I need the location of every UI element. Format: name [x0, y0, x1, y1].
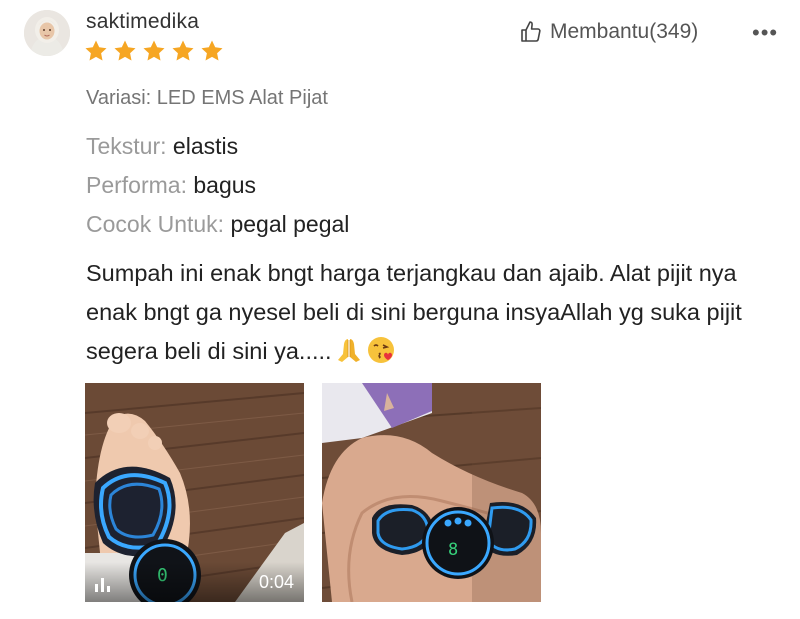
attribute-key: Cocok Untuk: — [86, 211, 225, 237]
svg-text:8: 8 — [448, 540, 458, 560]
helpful-count-label: Membantu(349) — [550, 20, 699, 43]
attribute-key: Performa: — [86, 172, 187, 198]
star-icon — [85, 40, 107, 61]
attribute-value: bagus — [193, 172, 257, 198]
review-photo-thumbnail[interactable]: 8 — [322, 383, 541, 602]
star-icon — [114, 40, 136, 61]
attribute-row-suitable-for: Cocok Untuk: pegal pegal — [86, 211, 349, 238]
attribute-row-performance: Performa: bagus — [86, 172, 256, 199]
video-duration: 0:04 — [258, 572, 294, 592]
review-video-thumbnail[interactable]: 0 0:04 — [85, 383, 304, 602]
more-options-button[interactable]: ••• — [752, 20, 778, 46]
thumbs-up-icon — [521, 21, 541, 42]
star-icon — [201, 40, 223, 61]
folded-hands-emoji — [334, 335, 364, 377]
video-icon — [95, 578, 110, 592]
avatar[interactable] — [24, 10, 70, 56]
face-blowing-kiss-emoji — [366, 335, 398, 377]
attribute-row-texture: Tekstur: elastis — [86, 133, 238, 160]
variation-label: Variasi: LED EMS Alat Pijat — [86, 87, 328, 109]
review-photo-image: 8 — [322, 383, 541, 602]
star-icon — [143, 40, 165, 61]
review-text: Sumpah ini enak bngt harga terjangkau da… — [86, 254, 776, 377]
attribute-key: Tekstur: — [86, 133, 167, 159]
star-rating — [84, 39, 224, 63]
avatar-photo — [24, 10, 70, 56]
helpful-button[interactable]: Membantu(349) — [519, 20, 698, 44]
star-icon — [172, 40, 194, 61]
review-body: Sumpah ini enak bngt harga terjangkau da… — [86, 260, 742, 364]
reviewer-username: saktimedika — [86, 10, 200, 33]
attribute-value: elastis — [172, 133, 239, 159]
attribute-value: pegal pegal — [230, 211, 350, 237]
